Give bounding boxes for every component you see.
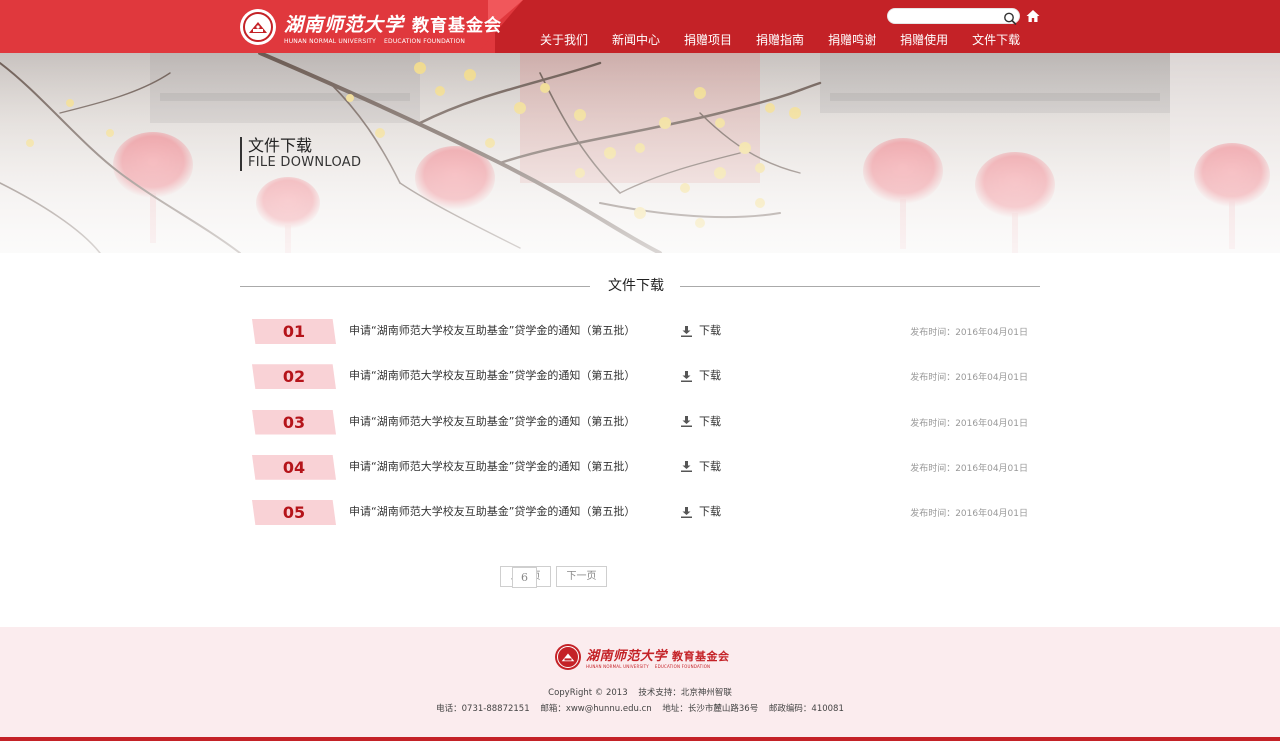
copyright-text: CopyRight © 2013: [548, 688, 628, 698]
section-title: 文件下载: [608, 278, 664, 294]
file-list: 01 申请“湖南师范大学校友互助基金”贷学金的通知（第五批） 下载 发布时间：2…: [240, 318, 1040, 544]
file-number-badge: 01: [252, 319, 336, 344]
logo-university-en: HUNAN NORMAL UNIVERSITY: [284, 37, 377, 45]
nav-guide[interactable]: 捐赠指南: [756, 31, 804, 49]
pagination: 上一页 1 2 3 4 5 6 下一页: [500, 566, 607, 588]
download-icon: [681, 461, 692, 473]
university-seal-icon: [555, 644, 581, 670]
publish-date: 发布时间：2016年04月01日: [910, 463, 1028, 474]
file-title-link[interactable]: 申请“湖南师范大学校友互助基金”贷学金的通知（第五批）: [349, 324, 635, 338]
banner-title-en: FILE DOWNLOAD: [248, 155, 362, 170]
download-icon: [681, 325, 692, 337]
file-number-badge: 05: [252, 500, 336, 525]
download-link[interactable]: 下载: [681, 324, 721, 338]
footer-logo-university-en: HUNAN NORMAL UNIVERSITY: [586, 664, 649, 669]
nav-news[interactable]: 新闻中心: [612, 31, 660, 49]
publish-date: 发布时间：2016年04月01日: [910, 509, 1028, 519]
page-banner: 文件下载 FILE DOWNLOAD: [0, 53, 1280, 253]
file-title-link[interactable]: 申请“湖南师范大学校友互助基金”贷学金的通知（第五批）: [349, 460, 635, 474]
banner-photo: [0, 53, 1280, 253]
publish-date: 发布时间：2016年04月01日: [910, 373, 1028, 384]
nav-usage[interactable]: 捐赠使用: [900, 31, 948, 49]
file-row: 04 申请“湖南师范大学校友互助基金”贷学金的通知（第五批） 下载 发布时间：2…: [240, 454, 1040, 499]
site-footer: 湖南师范大学 教育基金会 HUNAN NORMAL UNIVERSITY EDU…: [0, 627, 1280, 741]
file-title-link[interactable]: 申请“湖南师范大学校友互助基金”贷学金的通知（第五批）: [349, 505, 635, 519]
university-seal-icon: [240, 9, 276, 45]
postcode-text: 邮政编码：410081: [768, 704, 844, 714]
page-6-button[interactable]: 6: [512, 567, 537, 588]
file-row: 02 申请“湖南师范大学校友互助基金”贷学金的通知（第五批） 下载 发布时间：2…: [240, 363, 1040, 408]
footer-bottom-bar: [0, 737, 1280, 741]
phone-text: 电话：0731-88872151: [436, 704, 530, 714]
tech-support-text: 技术支持：北京神州智联: [638, 688, 732, 698]
main-nav: 关于我们 新闻中心 捐赠项目 捐赠指南 捐赠鸣谢 捐赠使用 文件下载: [540, 31, 1020, 49]
file-row: 01 申请“湖南师范大学校友互助基金”贷学金的通知（第五批） 下载 发布时间：2…: [240, 318, 1040, 363]
home-icon[interactable]: [1026, 8, 1040, 22]
logo-text: 湖南师范大学 教育基金会 HUNAN NORMAL UNIVERSITY EDU…: [284, 10, 502, 45]
download-link[interactable]: 下载: [681, 415, 721, 429]
divider-right: [680, 286, 1040, 287]
email-text: 邮箱：xww@hunnu.edu.cn: [540, 704, 652, 714]
download-link[interactable]: 下载: [681, 369, 721, 383]
nav-downloads[interactable]: 文件下载: [972, 31, 1020, 49]
download-link[interactable]: 下载: [681, 505, 721, 519]
file-title-link[interactable]: 申请“湖南师范大学校友互助基金”贷学金的通知（第五批）: [349, 415, 635, 429]
file-number-badge: 03: [252, 409, 336, 435]
publish-date: 发布时间：2016年04月01日: [910, 418, 1028, 429]
file-row: 03 申请“湖南师范大学校友互助基金”贷学金的通知（第五批） 下载 发布时间：2…: [240, 409, 1040, 454]
footer-contact-line: 电话：0731-88872151 邮箱：xww@hunnu.edu.cn 地址：…: [0, 703, 1280, 715]
logo-university-cn: 湖南师范大学: [284, 13, 405, 36]
magnifier-icon[interactable]: [1003, 10, 1017, 25]
file-row: 05 申请“湖南师范大学校友互助基金”贷学金的通知（第五批） 下载 发布时间：2…: [240, 499, 1040, 544]
section-header: 文件下载: [240, 278, 1040, 296]
divider-left: [240, 286, 590, 287]
banner-title-cn: 文件下载: [248, 136, 313, 155]
publish-date: 发布时间：2016年04月01日: [910, 328, 1028, 338]
download-label: 下载: [699, 414, 721, 428]
download-link[interactable]: 下载: [681, 460, 721, 474]
footer-copyright-line: CopyRight © 2013 技术支持：北京神州智联: [0, 687, 1280, 699]
download-label: 下载: [699, 324, 721, 337]
download-icon: [681, 370, 692, 382]
search-box: [887, 8, 1020, 25]
nav-about[interactable]: 关于我们: [540, 31, 588, 49]
next-page-button[interactable]: 下一页: [556, 566, 607, 587]
logo-foundation-cn: 教育基金会: [412, 15, 503, 36]
search-input[interactable]: [896, 10, 1000, 22]
file-title-link[interactable]: 申请“湖南师范大学校友互助基金”贷学金的通知（第五批）: [349, 369, 635, 383]
download-label: 下载: [699, 459, 721, 473]
download-label: 下载: [699, 505, 721, 518]
address-text: 地址：长沙市麓山路36号: [662, 704, 759, 714]
site-logo[interactable]: 湖南师范大学 教育基金会 HUNAN NORMAL UNIVERSITY EDU…: [240, 8, 502, 46]
footer-logo-university-cn: 湖南师范大学: [586, 649, 668, 664]
banner-title: 文件下载 FILE DOWNLOAD: [240, 137, 361, 171]
footer-logo-foundation-en: EDUCATION FOUNDATION: [654, 664, 711, 669]
footer-logo: 湖南师范大学 教育基金会 HUNAN NORMAL UNIVERSITY EDU…: [555, 644, 730, 670]
site-header: 湖南师范大学 教育基金会 HUNAN NORMAL UNIVERSITY EDU…: [0, 0, 1280, 53]
nav-projects[interactable]: 捐赠项目: [684, 31, 732, 49]
footer-logo-foundation-cn: 教育基金会: [672, 650, 730, 663]
file-number-badge: 04: [252, 454, 336, 480]
download-icon: [681, 416, 692, 427]
nav-thanks[interactable]: 捐赠鸣谢: [828, 31, 876, 49]
download-label: 下载: [699, 369, 721, 383]
logo-foundation-en: EDUCATION FOUNDATION: [384, 37, 466, 45]
download-icon: [681, 506, 692, 518]
file-number-badge: 02: [252, 364, 336, 390]
